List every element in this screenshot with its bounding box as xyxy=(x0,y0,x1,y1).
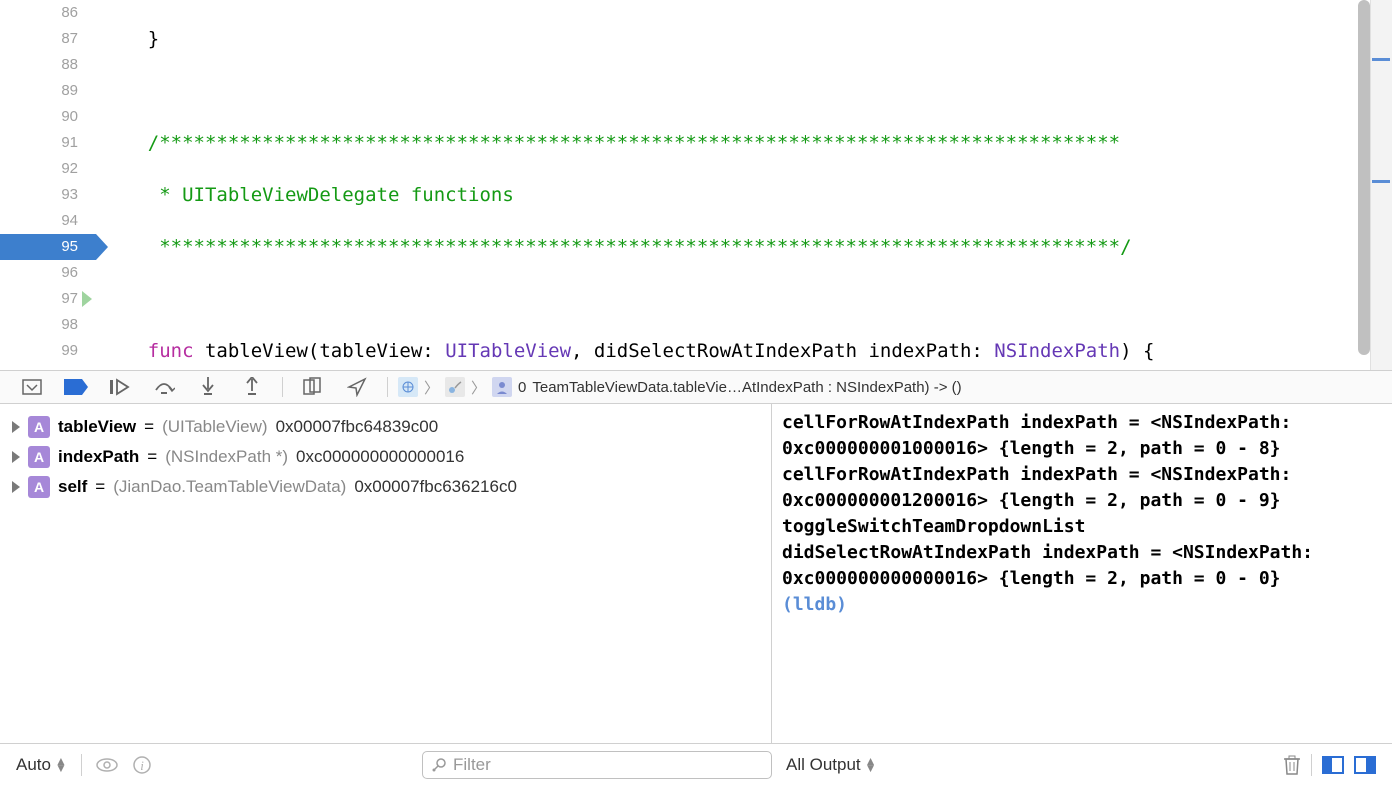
continue-icon[interactable] xyxy=(100,373,140,401)
gutter-line[interactable]: 93 xyxy=(0,182,78,208)
view-debug-icon[interactable] xyxy=(293,373,333,401)
gutter-line[interactable]: 98 xyxy=(0,312,78,338)
variable-value: 0x00007fbc64839c00 xyxy=(276,417,439,437)
variable-value: 0x00007fbc636216c0 xyxy=(354,477,517,497)
code-line[interactable] xyxy=(102,78,1392,104)
frame-icon xyxy=(492,377,512,397)
code-text-area[interactable]: } /*************************************… xyxy=(96,0,1392,370)
updown-icon: ▲▼ xyxy=(55,758,67,772)
breadcrumb-separator: 〉 xyxy=(471,377,486,398)
gutter-line[interactable]: 99 xyxy=(0,338,78,364)
variable-kind-icon: A xyxy=(28,476,50,498)
gutter-breakpoint[interactable]: 95 xyxy=(0,234,96,260)
thread-icon xyxy=(445,377,465,397)
console-output-selector[interactable]: All Output ▲▼ xyxy=(786,755,877,775)
variable-name: self xyxy=(58,477,87,497)
code-line[interactable]: func tableView(tableView: UITableView, d… xyxy=(102,338,1392,364)
separator xyxy=(1311,754,1312,776)
disclosure-icon[interactable] xyxy=(12,481,20,493)
step-out-icon[interactable] xyxy=(232,373,272,401)
separator xyxy=(387,377,388,397)
scrollbar-thumb[interactable] xyxy=(1358,0,1370,355)
variable-name: indexPath xyxy=(58,447,139,467)
updown-icon: ▲▼ xyxy=(865,758,877,772)
filter-icon xyxy=(431,757,447,773)
gutter-line[interactable]: 96 xyxy=(0,260,78,286)
gutter-line[interactable]: 94 xyxy=(0,208,78,234)
debug-panels: A tableView = (UITableView) 0x00007fbc64… xyxy=(0,404,1392,744)
separator xyxy=(81,754,82,776)
filter-placeholder: Filter xyxy=(453,755,491,775)
breakpoints-toggle-icon[interactable] xyxy=(56,373,96,401)
code-line[interactable]: * UITableViewDelegate functions xyxy=(102,182,1392,208)
info-icon[interactable]: i xyxy=(132,755,152,775)
debug-toolbar: 〉 〉 0 TeamTableViewData.tableVie…AtIndex… xyxy=(0,370,1392,404)
svg-text:i: i xyxy=(140,758,144,773)
code-line[interactable] xyxy=(102,286,1392,312)
step-into-icon[interactable] xyxy=(188,373,228,401)
gutter-line[interactable]: 89 xyxy=(0,78,78,104)
separator xyxy=(282,377,283,397)
step-over-icon[interactable] xyxy=(144,373,184,401)
variables-scope-selector[interactable]: Auto ▲▼ xyxy=(16,755,67,775)
variable-value: 0xc000000000000016 xyxy=(296,447,464,467)
code-line[interactable]: ****************************************… xyxy=(102,234,1392,260)
console-line: toggleSwitchTeamDropdownList xyxy=(782,514,1382,540)
frame-number: 0 xyxy=(518,379,526,396)
variable-name: tableView xyxy=(58,417,136,437)
variable-row[interactable]: A tableView = (UITableView) 0x00007fbc64… xyxy=(0,412,771,442)
variable-row[interactable]: A self = (JianDao.TeamTableViewData) 0x0… xyxy=(0,472,771,502)
gutter-line[interactable]: 88 xyxy=(0,52,78,78)
code-editor: 86 87 88 89 90 91 92 93 94 95 96 97 98 9… xyxy=(0,0,1392,370)
show-console-panel-toggle[interactable] xyxy=(1354,756,1376,774)
clear-console-icon[interactable] xyxy=(1283,754,1301,776)
code-line[interactable]: } xyxy=(102,26,1392,52)
debug-breadcrumb[interactable]: 〉 〉 0 TeamTableViewData.tableVie…AtIndex… xyxy=(398,377,962,398)
gutter-line[interactable]: 87 xyxy=(0,26,78,52)
disclosure-icon[interactable] xyxy=(12,451,20,463)
variable-row[interactable]: A indexPath = (NSIndexPath *) 0xc0000000… xyxy=(0,442,771,472)
variable-kind-icon: A xyxy=(28,416,50,438)
code-line[interactable]: /***************************************… xyxy=(102,130,1392,156)
gutter-line[interactable]: 86 xyxy=(0,0,78,26)
breadcrumb-separator: 〉 xyxy=(424,377,439,398)
variable-type: (UITableView) xyxy=(162,417,268,437)
lldb-prompt[interactable]: (lldb) xyxy=(782,594,847,615)
gutter-exec-marker[interactable]: 97 xyxy=(0,286,78,312)
variables-filter-input[interactable]: Filter xyxy=(422,751,772,779)
location-icon[interactable] xyxy=(337,373,377,401)
bottom-toolbar: Auto ▲▼ i Filter All Output ▲▼ xyxy=(0,744,1392,786)
frame-label: TeamTableViewData.tableVie…AtIndexPath :… xyxy=(532,379,961,396)
scroll-minimap[interactable] xyxy=(1370,0,1392,370)
console-line: cellForRowAtIndexPath indexPath = <NSInd… xyxy=(782,462,1382,514)
console-line: cellForRowAtIndexPath indexPath = <NSInd… xyxy=(782,410,1382,462)
gutter-line[interactable]: 90 xyxy=(0,104,78,130)
variable-type: (NSIndexPath *) xyxy=(165,447,288,467)
gutter-line[interactable]: 91 xyxy=(0,130,78,156)
variable-kind-icon: A xyxy=(28,446,50,468)
gutter-line[interactable]: 92 xyxy=(0,156,78,182)
process-icon xyxy=(398,377,418,397)
quicklook-icon[interactable] xyxy=(96,757,118,773)
show-variables-panel-toggle[interactable] xyxy=(1322,756,1344,774)
disclosure-icon[interactable] xyxy=(12,421,20,433)
variable-type: (JianDao.TeamTableViewData) xyxy=(113,477,346,497)
line-gutter[interactable]: 86 87 88 89 90 91 92 93 94 95 96 97 98 9… xyxy=(0,0,96,370)
console-panel[interactable]: cellForRowAtIndexPath indexPath = <NSInd… xyxy=(772,404,1392,743)
variables-panel[interactable]: A tableView = (UITableView) 0x00007fbc64… xyxy=(0,404,772,743)
debug-views-icon[interactable] xyxy=(12,373,52,401)
console-line: didSelectRowAtIndexPath indexPath = <NSI… xyxy=(782,540,1382,592)
